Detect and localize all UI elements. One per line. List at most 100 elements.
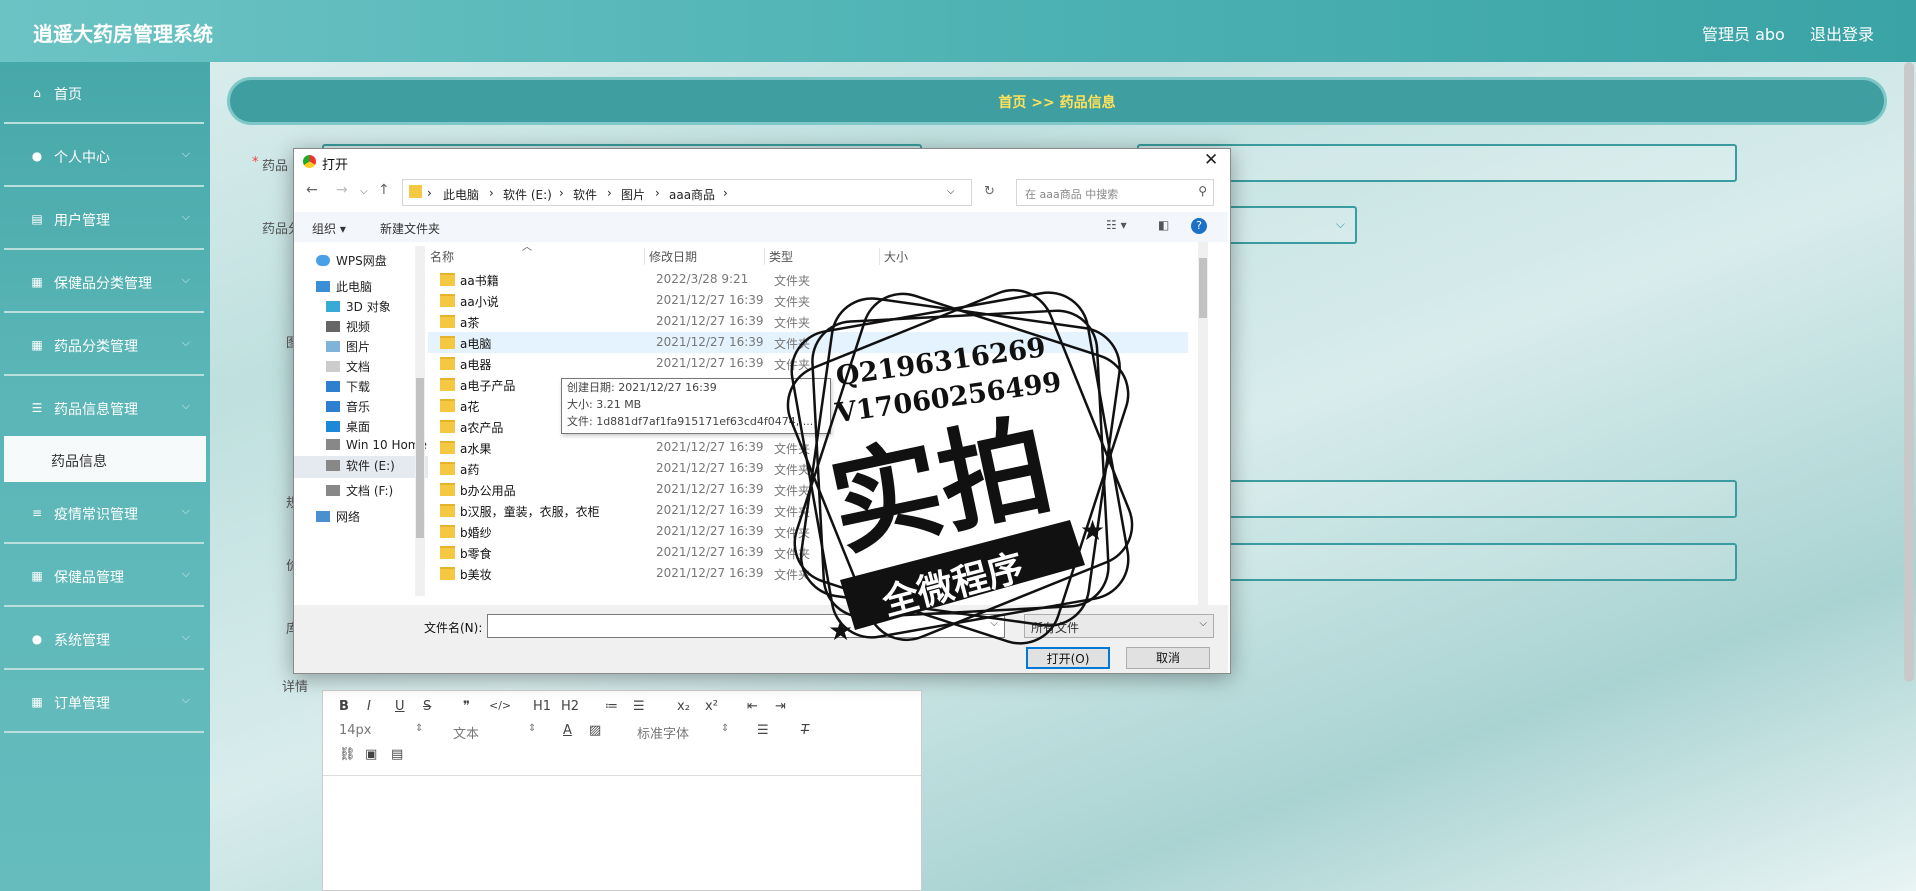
tree-item-network[interactable]: 网络	[316, 508, 406, 528]
help-icon[interactable]: ?	[1191, 218, 1207, 234]
sidebar-item-label: 疫情常识管理	[54, 507, 138, 523]
path-segment[interactable]: 图片	[621, 186, 645, 203]
file-name: b汉服，童装，衣服，衣柜	[460, 505, 600, 519]
tree-item-3d[interactable]: 3D 对象	[326, 298, 416, 318]
ordered-list-button[interactable]: ≔	[605, 699, 618, 714]
path-segment[interactable]: 此电脑	[443, 186, 479, 203]
tree-scrollbar[interactable]	[415, 246, 425, 596]
align-icon[interactable]: ☰	[757, 723, 769, 738]
quote-button[interactable]: ❞	[463, 699, 470, 714]
italic-button[interactable]: I	[367, 699, 371, 714]
tree-label: 桌面	[346, 420, 371, 434]
font-size-select[interactable]: 14px	[339, 723, 372, 738]
font-family-select[interactable]: 标准字体	[637, 723, 689, 742]
chevron-right-icon: ›	[607, 186, 612, 200]
drive-icon	[326, 439, 340, 450]
tree-item-pictures[interactable]: 图片	[326, 338, 416, 358]
file-name: a农产品	[460, 421, 504, 435]
video-icon[interactable]: ▤	[391, 747, 403, 762]
music-icon	[326, 401, 340, 412]
refresh-icon[interactable]: ↻	[984, 184, 995, 199]
sidebar-item-system[interactable]: ● 系统管理 ⌵	[4, 610, 204, 670]
strike-button[interactable]: S	[423, 699, 431, 714]
file-list-scrollbar[interactable]	[1198, 242, 1208, 605]
sidebar-item-supplement-category[interactable]: ▦ 保健品分类管理 ⌵	[4, 253, 204, 313]
font-color-icon[interactable]: A	[563, 723, 572, 738]
h2-button[interactable]: H2	[561, 699, 579, 714]
tree-item-music[interactable]: 音乐	[326, 398, 416, 418]
sliders-icon: ☰	[31, 401, 43, 415]
path-segment[interactable]: aaa商品	[669, 186, 715, 203]
column-header-date[interactable]: 修改日期	[644, 248, 697, 265]
sidebar-item-drug-category[interactable]: ▦ 药品分类管理 ⌵	[4, 316, 204, 376]
folder-icon	[440, 273, 455, 286]
tree-label: WPS网盘	[336, 254, 387, 268]
indent-button[interactable]: ⇥	[775, 699, 786, 714]
home-icon: ⌂	[33, 86, 41, 100]
tree-item-downloads[interactable]: 下载	[326, 378, 416, 398]
dialog-title: 打开	[322, 158, 349, 173]
search-placeholder: 在 aaa商品 中搜索	[1025, 188, 1119, 201]
address-bar[interactable]: › 此电脑 › 软件 (E:) › 软件 › 图片 › aaa商品 › ⌵	[402, 179, 972, 206]
file-name: a花	[460, 400, 480, 414]
tree-item-wps[interactable]: WPS网盘	[316, 252, 406, 272]
text-style-select[interactable]: 文本	[453, 723, 479, 742]
subscript-button[interactable]: x₂	[677, 699, 690, 714]
recent-chevron-icon[interactable]: ⌵	[360, 186, 368, 197]
highlight-icon[interactable]: ▨	[589, 723, 601, 738]
file-name: a茶	[460, 316, 480, 330]
image-icon[interactable]: ▣	[365, 747, 377, 762]
tree-item-drive-f[interactable]: 文档 (F:)	[326, 482, 416, 502]
tree-item-documents[interactable]: 文档	[326, 358, 416, 378]
chevron-right-icon: ›	[489, 186, 494, 200]
code-button[interactable]: </>	[489, 699, 511, 712]
chevron-down-icon[interactable]: ⌵	[947, 186, 955, 197]
search-box[interactable]: 在 aaa商品 中搜索 ⚲	[1016, 179, 1214, 206]
sidebar-item-personal[interactable]: ● 个人中心 ⌵	[4, 127, 204, 187]
page-scrollbar[interactable]	[1904, 62, 1914, 682]
sidebar-item-drug-info[interactable]: ☰ 药品信息管理 ⌵	[4, 379, 204, 439]
computer-icon	[316, 281, 330, 292]
column-header-name[interactable]: 名称	[430, 248, 454, 265]
view-options-icon[interactable]: ☷ ▾	[1106, 218, 1127, 232]
sidebar-item-users[interactable]: ▤ 用户管理 ⌵	[4, 190, 204, 250]
link-icon[interactable]: ⛓	[339, 747, 356, 762]
up-icon[interactable]: ↑	[378, 182, 390, 198]
superscript-button[interactable]: x²	[705, 699, 718, 714]
tree-item-this-pc[interactable]: 此电脑	[316, 278, 406, 298]
sidebar-subitem-drug-info[interactable]: 药品信息	[4, 436, 206, 482]
rich-text-editor[interactable]: B I U S ❞ </> H1 H2 ≔ ☰ x₂ x² ⇤ ⇥ 14px ⇕…	[322, 690, 922, 891]
cube-icon	[326, 301, 340, 312]
breadcrumb-text[interactable]: 首页 >> 药品信息	[230, 92, 1884, 112]
tree-item-desktop[interactable]: 桌面	[326, 418, 416, 438]
logout-link[interactable]: 退出登录	[1810, 21, 1874, 45]
sidebar-item-supplements[interactable]: ▦ 保健品管理 ⌵	[4, 547, 204, 607]
path-segment[interactable]: 软件	[573, 186, 597, 203]
sidebar-item-home[interactable]: ⌂ 首页	[4, 64, 204, 124]
drive-icon	[326, 460, 340, 471]
underline-button[interactable]: U	[395, 699, 405, 714]
clear-format-icon[interactable]: T̶	[801, 723, 809, 738]
tree-item-drive-e[interactable]: 软件 (E:)	[294, 456, 428, 478]
bullet-list-button[interactable]: ☰	[633, 699, 645, 714]
forward-icon[interactable]: →	[336, 182, 348, 198]
folder-icon	[409, 185, 422, 198]
chevron-down-icon: ⌵	[181, 336, 190, 349]
folder-icon	[440, 483, 455, 496]
sidebar-item-orders[interactable]: ▦ 订单管理 ⌵	[4, 673, 204, 733]
search-icon: ⚲	[1198, 184, 1207, 198]
bold-button[interactable]: B	[339, 699, 349, 714]
star-icon: ★	[828, 614, 853, 647]
back-icon[interactable]: ←	[306, 182, 318, 198]
h1-button[interactable]: H1	[533, 699, 551, 714]
folder-icon	[440, 294, 455, 307]
admin-label: 管理员 abo	[1702, 25, 1785, 44]
outdent-button[interactable]: ⇤	[747, 699, 758, 714]
path-segment[interactable]: 软件 (E:)	[503, 186, 552, 203]
organize-button[interactable]: 组织 ▾	[312, 220, 346, 237]
tree-item-videos[interactable]: 视频	[326, 318, 416, 338]
new-folder-button[interactable]: 新建文件夹	[380, 220, 440, 237]
preview-pane-icon[interactable]: ◧	[1158, 218, 1169, 232]
sidebar-item-epidemic[interactable]: ≡ 疫情常识管理 ⌵	[4, 484, 204, 544]
close-icon[interactable]: ✕	[1204, 150, 1218, 170]
